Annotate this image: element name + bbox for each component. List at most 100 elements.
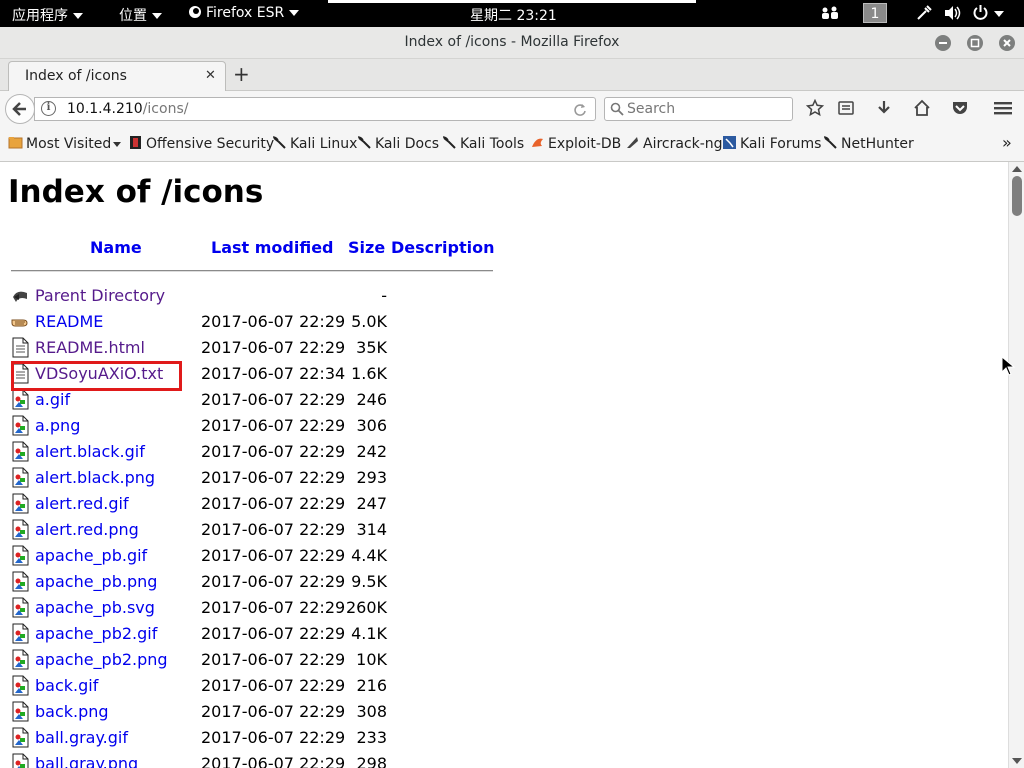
- search-bar[interactable]: Search: [604, 97, 793, 121]
- image-icon[interactable]: [11, 623, 30, 644]
- bookmark-nethunter[interactable]: NetHunter: [823, 135, 914, 152]
- file-size: 260K: [345, 598, 387, 617]
- image-icon[interactable]: [11, 415, 30, 436]
- bookmark-kali-linux[interactable]: Kali Linux: [272, 135, 357, 152]
- file-link[interactable]: apache_pb.png: [35, 572, 157, 591]
- file-link[interactable]: alert.black.png: [35, 468, 155, 487]
- column-header-size[interactable]: Size: [348, 238, 385, 257]
- volume-icon[interactable]: [944, 5, 962, 25]
- table-row: alert.black.png 2017-06-07 22:29 293: [0, 465, 500, 491]
- back-icon[interactable]: [11, 285, 30, 306]
- scroll-up-arrow-icon[interactable]: [1012, 166, 1022, 172]
- clock[interactable]: 星期二 23:21: [470, 5, 557, 25]
- file-link[interactable]: alert.red.png: [35, 520, 139, 539]
- back-arrow-icon: [12, 102, 26, 116]
- file-size: 1.6K: [351, 364, 387, 383]
- text-icon[interactable]: [11, 337, 30, 358]
- image-icon[interactable]: [11, 597, 30, 618]
- url-bar[interactable]: i 10.1.4.210/icons/: [34, 97, 596, 121]
- app-indicator-menu[interactable]: Firefox ESR: [188, 5, 300, 21]
- file-size: 293: [356, 468, 387, 487]
- hamburger-menu-icon[interactable]: [993, 99, 1013, 122]
- image-icon[interactable]: [11, 389, 30, 410]
- image-icon[interactable]: [11, 649, 30, 670]
- places-menu[interactable]: 位置: [119, 5, 162, 25]
- file-link[interactable]: apache_pb.svg: [35, 598, 155, 617]
- column-header-description[interactable]: Description: [391, 238, 494, 257]
- workspace-indicator[interactable]: 1: [863, 3, 887, 23]
- file-link[interactable]: apache_pb.gif: [35, 546, 147, 565]
- bookmarks-overflow-button[interactable]: »: [1002, 133, 1012, 152]
- bookmark-exploit-db[interactable]: Exploit-DB: [530, 135, 621, 152]
- image-icon[interactable]: [11, 727, 30, 748]
- bookmark-aircrack-ng[interactable]: Aircrack-ng: [625, 135, 723, 152]
- file-link[interactable]: a.png: [35, 416, 80, 435]
- back-button[interactable]: [5, 94, 35, 124]
- file-size: 4.4K: [351, 546, 387, 565]
- site-info-icon[interactable]: i: [41, 101, 56, 116]
- kali-icon: [442, 136, 456, 149]
- image-icon[interactable]: [11, 467, 30, 488]
- column-header-name[interactable]: Name: [90, 238, 142, 257]
- bookmark-kali-docs[interactable]: Kali Docs: [357, 135, 439, 152]
- chevron-down-icon: [994, 11, 1004, 17]
- file-link[interactable]: back.gif: [35, 676, 98, 695]
- image-icon[interactable]: [11, 701, 30, 722]
- column-header-last-modified[interactable]: Last modified: [211, 238, 334, 257]
- file-link[interactable]: ball.gray.gif: [35, 728, 128, 747]
- image-icon[interactable]: [11, 493, 30, 514]
- image-icon[interactable]: [11, 545, 30, 566]
- home-icon[interactable]: [913, 99, 931, 122]
- image-icon[interactable]: [11, 753, 30, 768]
- image-icon[interactable]: [11, 441, 30, 462]
- power-menu[interactable]: [972, 4, 1004, 22]
- network-icon[interactable]: [916, 5, 932, 25]
- table-row: alert.black.gif 2017-06-07 22:29 242: [0, 439, 500, 465]
- bookmark-star-icon[interactable]: [805, 98, 825, 122]
- scroll-thumb[interactable]: [1012, 176, 1022, 216]
- vertical-scrollbar[interactable]: [1008, 162, 1024, 768]
- url-text[interactable]: 10.1.4.210/icons/: [67, 101, 188, 117]
- file-link[interactable]: README.html: [35, 338, 145, 357]
- new-tab-button[interactable]: +: [233, 63, 250, 85]
- reload-icon[interactable]: [573, 99, 587, 121]
- applications-menu[interactable]: 应用程序: [12, 5, 83, 25]
- tab-index-of-icons[interactable]: Index of /icons ✕: [8, 61, 226, 92]
- file-link[interactable]: back.png: [35, 702, 109, 721]
- kali-forums-icon: [723, 136, 736, 149]
- table-row: apache_pb2.gif 2017-06-07 22:29 4.1K: [0, 621, 500, 647]
- pocket-icon[interactable]: [951, 99, 969, 122]
- scroll-down-arrow-icon[interactable]: [1012, 758, 1022, 764]
- window-title: Index of /icons - Mozilla Firefox: [404, 34, 620, 50]
- image-icon[interactable]: [11, 571, 30, 592]
- close-window-button[interactable]: [999, 35, 1015, 51]
- file-link[interactable]: alert.black.gif: [35, 442, 145, 461]
- bookmark-offensive-security[interactable]: Offensive Security: [128, 135, 274, 152]
- file-link[interactable]: Parent Directory: [35, 286, 165, 305]
- minimize-button[interactable]: [935, 35, 951, 51]
- table-row: README.html 2017-06-07 22:29 35K: [0, 335, 500, 361]
- file-link[interactable]: a.gif: [35, 390, 70, 409]
- hand-icon[interactable]: [11, 311, 30, 332]
- file-link[interactable]: README: [35, 312, 103, 331]
- file-link[interactable]: apache_pb2.gif: [35, 624, 157, 643]
- file-size: 216: [356, 676, 387, 695]
- file-link[interactable]: apache_pb2.png: [35, 650, 168, 669]
- image-icon[interactable]: [11, 519, 30, 540]
- downloads-icon[interactable]: [875, 99, 893, 122]
- table-row: alert.red.gif 2017-06-07 22:29 247: [0, 491, 500, 517]
- mouse-cursor-icon: [1001, 356, 1015, 376]
- file-link[interactable]: ball.gray.png: [35, 754, 138, 768]
- file-link[interactable]: alert.red.gif: [35, 494, 129, 513]
- image-icon[interactable]: [11, 675, 30, 696]
- accessibility-icon[interactable]: [821, 6, 839, 24]
- file-size: 242: [356, 442, 387, 461]
- maximize-button[interactable]: [967, 35, 983, 51]
- tab-close-icon[interactable]: ✕: [205, 68, 216, 83]
- bookmark-most-visited[interactable]: Most Visited: [8, 135, 122, 152]
- window-title-bar[interactable]: Index of /icons - Mozilla Firefox: [0, 27, 1024, 59]
- bookmark-kali-tools[interactable]: Kali Tools: [442, 135, 524, 152]
- bookmark-kali-forums[interactable]: Kali Forums: [722, 135, 821, 152]
- reading-list-icon[interactable]: [837, 99, 855, 122]
- file-size: 10K: [356, 650, 387, 669]
